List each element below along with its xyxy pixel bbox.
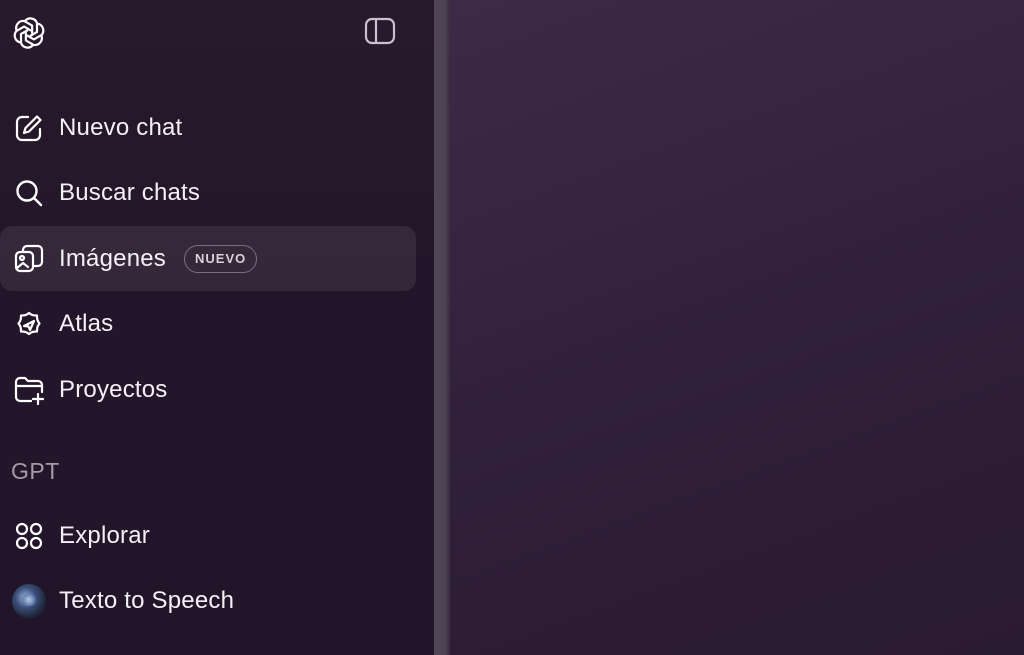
sidebar-item-label: Proyectos: [59, 375, 168, 403]
sidebar-item-label: Buscar chats: [59, 178, 201, 206]
sidebar-toggle-button[interactable]: [362, 16, 398, 50]
avatar: [12, 583, 46, 618]
new-badge: NUEVO: [184, 244, 258, 273]
folder-add-icon: [11, 372, 47, 408]
sidebar-item-label: Nuevo chat: [59, 113, 183, 141]
sidebar-item-label: Imágenes: [59, 244, 166, 272]
sidebar-item-images[interactable]: Imágenes NUEVO: [0, 226, 416, 291]
search-icon: [11, 175, 47, 211]
compass-icon: [11, 306, 47, 342]
sidebar-item-search-chats[interactable]: Buscar chats: [0, 160, 416, 225]
app-window: Nuevo chat Buscar chats Imágenes NUEVO A…: [0, 0, 1024, 655]
sidebar-resize-handle[interactable]: [434, 0, 450, 655]
edit-icon: [11, 110, 47, 146]
sidebar-item-label: Texto to Speech: [59, 586, 235, 614]
sidebar-item-projects[interactable]: Proyectos: [0, 357, 416, 422]
sidebar-item-label: Atlas: [59, 309, 114, 337]
sidebar-item-atlas[interactable]: Atlas: [0, 291, 416, 356]
gpt-section-title: GPT: [11, 458, 60, 484]
sidebar-item-text-to-speech[interactable]: Texto to Speech: [0, 568, 416, 633]
sidebar-item-new-chat[interactable]: Nuevo chat: [0, 95, 416, 160]
sidebar-toggle-icon: [364, 17, 396, 50]
sidebar-item-label: Explorar: [59, 521, 150, 549]
gpt-avatar-container: [11, 583, 47, 619]
grid-icon: [11, 518, 47, 554]
sidebar: Nuevo chat Buscar chats Imágenes NUEVO A…: [0, 0, 434, 655]
main-content: [450, 0, 1024, 655]
openai-logo-icon[interactable]: [10, 14, 48, 52]
sidebar-item-explore[interactable]: Explorar: [0, 503, 416, 568]
images-icon: [11, 241, 47, 277]
